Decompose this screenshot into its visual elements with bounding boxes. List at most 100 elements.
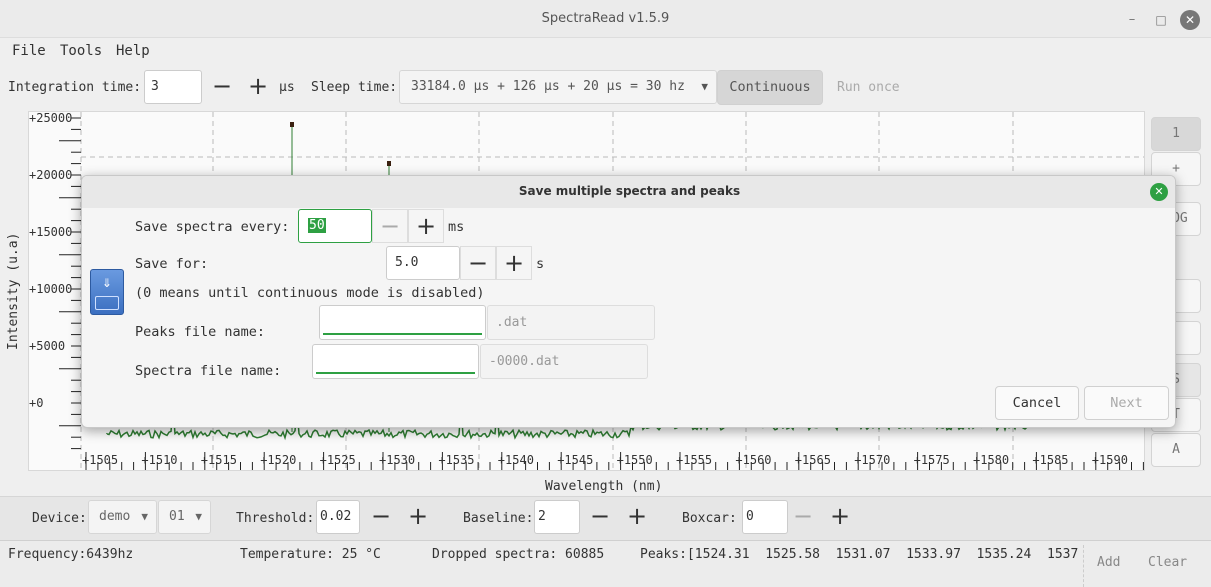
save-for-note: (0 means until continuous mode is disabl… [135,285,485,301]
run-once-button[interactable]: Run once [837,80,900,95]
minimize-icon[interactable]: – [1122,10,1142,30]
threshold-label: Threshold: [236,511,315,526]
threshold-minus-button[interactable]: − [363,500,399,534]
peaks-file-input[interactable] [319,305,486,340]
app-window: SpectraRead v1.5.9 – □ ✕ File Tools Help… [0,0,1211,587]
side-button-1[interactable]: 1 [1151,117,1201,151]
window-title: SpectraRead v1.5.9 [541,11,670,26]
file-cabinet-icon: ⇓ [90,269,124,315]
x-tick-label: +1585 [1032,453,1069,467]
integration-unit: µs [279,80,295,95]
baseline-label: Baseline: [463,511,534,526]
sleep-time-label: Sleep time: [311,80,398,95]
x-tick-label: +1580 [973,453,1010,467]
x-tick-label: +1550 [616,453,653,467]
baseline-minus-button[interactable]: − [582,500,618,534]
dialog-title: Save multiple spectra and peaks [518,184,741,198]
threshold-input[interactable]: 0.02 [316,500,360,534]
y-tick-label: +5000 [29,339,66,353]
dialog-close-icon[interactable]: ✕ [1150,183,1168,201]
y-tick-label: +10000 [29,282,73,296]
peak-marker [387,161,391,166]
peaks-file-suffix: .dat [487,305,655,340]
x-tick-label: +1530 [379,453,416,467]
chevron-down-icon: ▼ [701,80,708,93]
x-tick-label: +1525 [319,453,356,467]
baseline-input[interactable]: 2 [534,500,580,534]
save-every-label: Save spectra every: [135,219,290,235]
x-tick-label: +1515 [200,453,237,467]
x-tick-label: +1540 [497,453,534,467]
device-label: Device: [32,511,87,526]
y-tick-label: +20000 [29,168,73,182]
chevron-down-icon: ▼ [141,510,148,523]
x-tick-label: +1590 [1091,453,1128,467]
baseline-plus-button[interactable]: + [619,500,655,534]
save-for-label: Save for: [135,256,209,272]
x-tick-label: +1545 [557,453,594,467]
dialog-header: Save multiple spectra and peaks ✕ [82,176,1175,208]
temperature-status: Temperature: 25 °C [240,547,381,562]
spectra-file-suffix: -0000.dat [480,344,648,379]
save-dialog: Save multiple spectra and peaks ✕ ⇓ Save… [81,175,1176,428]
threshold-plus-button[interactable]: + [400,500,436,534]
y-tick-label: +0 [29,396,44,410]
save-every-value: 50 [308,218,326,233]
save-for-minus-button[interactable]: − [460,246,496,280]
save-every-plus-button[interactable]: + [408,209,444,243]
x-tick-label: +1570 [854,453,891,467]
peaks-file-label: Peaks file name: [135,324,266,340]
x-tick-label: +1520 [260,453,297,467]
save-every-input[interactable]: 50 [298,209,372,243]
close-icon[interactable]: ✕ [1180,10,1200,30]
boxcar-minus-button[interactable]: − [785,500,821,534]
device-index-value: 01 [169,509,185,524]
frequency-status: Frequency:6439hz [8,547,134,562]
x-tick-label: +1560 [735,453,772,467]
menu-tools[interactable]: Tools [60,43,102,59]
clear-peaks-button[interactable]: Clear [1148,555,1187,570]
integration-time-label: Integration time: [8,80,142,95]
integration-time-input[interactable]: 3 [144,70,202,104]
x-tick-label: +1535 [438,453,475,467]
continuous-button[interactable]: Continuous [717,70,823,105]
x-tick-label: +1575 [913,453,950,467]
device-index-dropdown[interactable]: 01 ▼ [158,500,211,534]
title-bar: SpectraRead v1.5.9 – □ ✕ [0,0,1211,38]
sleep-time-value: 33184.0 µs + 126 µs + 20 µs = 30 hz [411,79,685,94]
peaks-status: Peaks:[1524.31 1525.58 1531.07 1533.97 1… [640,547,1079,562]
menu-help[interactable]: Help [116,43,150,59]
next-button[interactable]: Next [1084,386,1169,420]
x-axis-label: Wavelength (nm) [545,479,663,494]
boxcar-plus-button[interactable]: + [822,500,858,534]
save-every-minus-button[interactable]: − [372,209,408,243]
device-value: demo [99,509,131,524]
maximize-icon[interactable]: □ [1151,10,1171,30]
x-tick-label: +1505 [82,453,119,467]
x-tick-label: +1565 [794,453,831,467]
dropped-spectra-status: Dropped spectra: 60885 [432,547,605,562]
x-tick-label: +1555 [676,453,713,467]
menu-file[interactable]: File [12,43,46,59]
add-peak-button[interactable]: Add [1097,555,1120,570]
save-for-plus-button[interactable]: + [496,246,532,280]
save-every-unit: ms [448,219,465,235]
save-for-input[interactable]: 5.0 [386,246,460,280]
device-dropdown[interactable]: demo ▼ [88,500,157,534]
peak-marker [290,122,294,127]
sleep-time-dropdown[interactable]: 33184.0 µs + 126 µs + 20 µs = 30 hz ▼ [399,70,717,104]
y-tick-label: +25000 [29,111,73,125]
boxcar-label: Boxcar: [682,511,737,526]
save-for-unit: s [536,256,545,272]
boxcar-input[interactable]: 0 [742,500,788,534]
y-axis-label: Intensity (u.a) [6,232,21,350]
spectra-file-label: Spectra file name: [135,363,282,379]
spectra-file-input[interactable] [312,344,479,379]
y-tick-label: +15000 [29,225,73,239]
x-tick-label: +1510 [141,453,178,467]
integration-plus-button[interactable]: + [240,70,276,104]
side-button-a[interactable]: A [1151,433,1201,467]
chevron-down-icon: ▼ [195,510,202,523]
cancel-button[interactable]: Cancel [995,386,1079,420]
integration-minus-button[interactable]: − [204,70,240,104]
